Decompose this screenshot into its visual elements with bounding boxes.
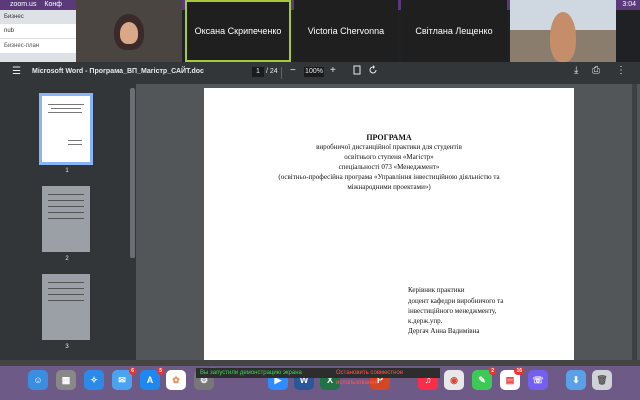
page-number-input[interactable]: 1	[252, 67, 264, 77]
finder-icon[interactable]: ☺	[28, 370, 48, 390]
browser-tab[interactable]: Бизнес	[0, 10, 76, 24]
participant-name: Оксана Скрипеченко	[194, 26, 282, 36]
photos-icon[interactable]: ✿	[166, 370, 186, 390]
doc-line: спеціальності 073 «Менеджмент»	[338, 163, 440, 171]
chrome-icon[interactable]: ◉	[444, 370, 464, 390]
stop-share-button[interactable]: Остановить совместное использование	[332, 368, 440, 386]
menu-icon[interactable]: ☰	[12, 67, 21, 77]
signature-line: Керівник практики	[408, 286, 465, 294]
rotate-icon[interactable]	[368, 65, 378, 78]
document-viewport: ПРОГРАМА виробничої дистанційної практик…	[136, 84, 640, 360]
participant-tile[interactable]: Світлана Лещенко	[401, 0, 507, 62]
signature-line: Дергач Анна Вадимівна	[408, 327, 480, 335]
participant-video-2[interactable]	[510, 0, 616, 62]
doc-line: освітнього ступеня «Магістр»	[344, 153, 434, 161]
calendar-icon[interactable]: ▤ 16	[500, 367, 524, 390]
zoom-level-input[interactable]: 100%	[304, 67, 324, 77]
main-scrollbar[interactable]	[632, 84, 637, 360]
conference-menu[interactable]: Конф	[44, 1, 62, 8]
fit-page-icon[interactable]	[352, 65, 362, 78]
browser-window: Бизнес nub Бизнес-план	[0, 10, 76, 62]
face	[120, 22, 138, 44]
appstore-icon[interactable]: A5	[140, 367, 164, 390]
participant-name: Світлана Лещенко	[415, 26, 493, 36]
document-page: ПРОГРАМА виробничої дистанційної практик…	[204, 88, 574, 360]
badge: 6	[129, 367, 136, 375]
folder-icon[interactable]: ⬇	[566, 370, 586, 390]
zoom-in-button[interactable]: +	[330, 65, 336, 76]
participant-video-1[interactable]	[76, 0, 182, 62]
thumbnail-label: 2	[65, 256, 69, 262]
launchpad-icon[interactable]: ▦	[56, 370, 76, 390]
viber-icon[interactable]: ☏	[528, 370, 548, 390]
participant-tile-active[interactable]: Оксана Скрипеченко	[185, 0, 291, 62]
doc-line: міжнародними проектами»)	[347, 183, 431, 191]
trash-icon[interactable]: 🗑	[592, 370, 612, 390]
address-bar[interactable]: nub	[0, 24, 76, 38]
pdf-toolbar: ☰ Microsoft Word - Програма_ВП_Магістр_С…	[0, 62, 640, 84]
messages-icon[interactable]: ✎ 2	[472, 367, 496, 390]
more-options-icon[interactable]: ⋮	[616, 65, 626, 76]
bookmark-item[interactable]: Бизнес-план	[0, 38, 76, 53]
mail-icon[interactable]: ✉ 6	[112, 367, 136, 390]
badge: 16	[514, 367, 524, 375]
participant-name: Victoria Chervonna	[307, 26, 385, 36]
download-icon[interactable]: ⤓	[574, 65, 578, 76]
page-thumbnail-3[interactable]	[42, 274, 90, 340]
badge: 2	[489, 367, 496, 375]
signature-line: к.держ.упр.	[408, 317, 443, 325]
document-title: Microsoft Word - Програма_ВП_Магістр_САЙ…	[32, 68, 204, 75]
signature-line: інвестиційного менеджменту,	[408, 307, 497, 315]
zoom-out-button[interactable]: −	[290, 65, 296, 76]
participant-tile[interactable]: Victoria Chervonna	[294, 0, 398, 62]
toolbar-divider	[281, 67, 282, 79]
print-icon[interactable]: ⎙	[592, 65, 600, 76]
clock: 3:04	[622, 1, 636, 8]
badge: 5	[157, 367, 164, 375]
page-thumbnail-1[interactable]	[39, 93, 93, 165]
screen-share-banner: Вы запустили демонстрацию экрана	[196, 368, 332, 378]
signature-line: доцент кафедри виробничого та	[408, 297, 504, 305]
doc-line: (освітньо-професійна програма «Управлінн…	[278, 173, 500, 181]
thumbnail-sidebar: 1 2 3	[0, 84, 136, 366]
page-separator: /	[265, 68, 268, 75]
page-thumbnail-2[interactable]	[42, 186, 90, 252]
person-avatar	[550, 12, 576, 62]
doc-heading: ПРОГРАМА	[366, 133, 412, 142]
page-indicator: 1 / 24	[252, 67, 278, 77]
sidebar-scrollbar[interactable]	[130, 88, 135, 258]
thumbnail-label: 1	[65, 168, 69, 174]
thumbnail-label: 3	[65, 344, 69, 350]
app-menu[interactable]: zoom.us	[10, 1, 36, 8]
safari-icon[interactable]: ✧	[84, 370, 104, 390]
page-total: 24	[269, 68, 278, 75]
doc-line: виробничої дистанційної практики для сту…	[316, 143, 462, 151]
